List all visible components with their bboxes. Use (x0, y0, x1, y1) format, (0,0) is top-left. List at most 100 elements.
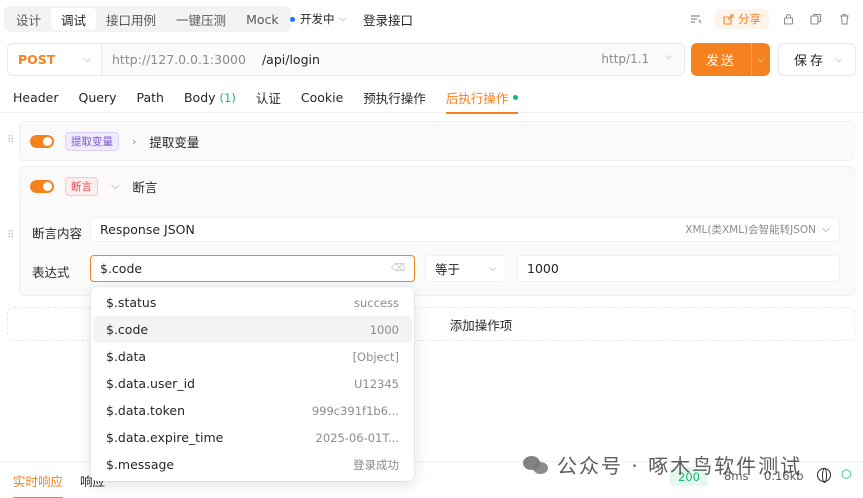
tab-cookie[interactable]: Cookie (301, 82, 343, 113)
suggestion-item[interactable]: $.data.expire_time 2025-06-01T... (93, 424, 412, 451)
extract-toggle[interactable] (30, 134, 54, 148)
chevron-down-icon: ⌵ (665, 52, 672, 62)
clear-icon[interactable]: ⌫ (391, 263, 405, 274)
suggestion-path: $.message (106, 457, 175, 472)
save-button[interactable]: 保存 ⌵ (778, 43, 856, 76)
suggestion-item[interactable]: $.data [Object] (93, 343, 412, 370)
source-label: 断言内容 (32, 226, 83, 241)
extract-tag: 提取变量 (65, 131, 119, 151)
tab-realtime-response[interactable]: 实时响应 (13, 471, 64, 498)
extract-variable-card: 提取变量 › 提取变量 (19, 121, 855, 161)
assertion-source-select[interactable]: Response JSON XML(类XML)会智能转JSON ⌵ (90, 217, 840, 242)
suggestion-item-selected[interactable]: $.code 1000 (93, 316, 412, 343)
suggestion-item[interactable]: $.data.token 999c391f1b6... (93, 397, 412, 424)
send-button[interactable]: 发送 ⌵ (691, 43, 770, 76)
base-url[interactable]: http://127.0.0.1:3000 (112, 52, 246, 67)
tab-query-label: Query (78, 90, 117, 105)
suggestion-item[interactable]: $.data.user_id U12345 (93, 370, 412, 397)
expression-label: 表达式 (32, 265, 70, 280)
delete-icon[interactable] (835, 10, 853, 28)
tab-header[interactable]: Header (13, 82, 59, 113)
chevron-down-icon: ⌵ (339, 14, 347, 24)
tab-auth[interactable]: 认证 (256, 82, 281, 113)
expected-value-input[interactable]: 1000 (517, 255, 840, 282)
suggestion-value: success (354, 295, 399, 310)
wechat-logo-icon (523, 454, 549, 476)
tab-body[interactable]: Body (1) (184, 82, 236, 113)
send-label: 发送 (705, 54, 736, 69)
watermark: 公众号 · 啄木鸟软件测试 (523, 450, 802, 479)
watermark-text: 公众号 · 啄木鸟软件测试 (557, 454, 803, 478)
tab-design[interactable]: 设计 (6, 8, 51, 30)
operator-select[interactable]: 等于 ⌵ (425, 255, 506, 282)
send-options-chevron-icon[interactable]: ⌵ (752, 55, 770, 65)
tab-header-label: Header (13, 90, 59, 105)
request-section-tabs: Header Query Path Body (1) 认证 Cookie 预执行… (0, 82, 863, 114)
suggestion-path: $.data (106, 349, 147, 364)
expression-value: $.code (100, 261, 143, 276)
jsonpath-suggestions: $.status success $.code 1000 $.data [Obj… (91, 287, 414, 481)
suggestion-value: 2025-06-01T... (315, 430, 399, 445)
suggestion-path: $.data.token (106, 403, 186, 418)
globe-icon[interactable] (817, 468, 831, 483)
assertion-title: 断言 (132, 179, 158, 195)
chevron-right-icon[interactable]: › (132, 135, 136, 148)
suggestion-value: 登录成功 (353, 457, 399, 472)
suggestion-value: 1000 (369, 322, 399, 337)
format-icon[interactable] (687, 10, 705, 28)
suggestion-value: U12345 (353, 376, 399, 391)
assertion-body: 断言内容 Response JSON XML(类XML)会智能转JSON ⌵ 表… (19, 206, 855, 296)
environment-dot-icon (290, 16, 295, 22)
chevron-down-icon: ⌵ (84, 54, 91, 65)
suggestion-path: $.data.user_id (106, 376, 195, 391)
add-operation-label: 添加操作项 (449, 317, 513, 333)
request-bar: POST ⌵ http://127.0.0.1:3000 /api/login … (7, 43, 685, 76)
suggestion-path: $.status (106, 295, 157, 310)
suggestion-value: 999c391f1b6... (311, 403, 399, 418)
drag-handle-icon[interactable]: ⠿ (7, 230, 14, 241)
assertion-toggle[interactable] (30, 179, 54, 193)
api-title: 登录接口 (363, 13, 414, 28)
source-hint-text: XML(类XML)会智能转JSON (685, 224, 817, 236)
tab-path-label: Path (136, 90, 164, 105)
top-actions: 分享 (687, 9, 853, 29)
share-icon (723, 13, 734, 25)
tab-query[interactable]: Query (79, 82, 117, 113)
tab-load-test[interactable]: 一键压测 (166, 8, 236, 30)
source-hint: XML(类XML)会智能转JSON ⌵ (685, 222, 830, 237)
drag-handle-icon[interactable]: ⠿ (7, 135, 14, 146)
chevron-down-icon: ⌵ (822, 223, 830, 235)
tab-cases[interactable]: 接口用例 (96, 8, 166, 30)
protocol-select[interactable]: http/1.1 ⌵ (601, 52, 672, 66)
tab-auth-label: 认证 (255, 91, 281, 106)
tab-path[interactable]: Path (137, 82, 164, 113)
copy-icon[interactable] (807, 10, 825, 28)
chevron-down-icon[interactable]: ⌵ (835, 55, 845, 65)
tab-cookie-label: Cookie (300, 90, 344, 105)
suggestion-value: [Object] (352, 349, 399, 364)
assertion-tag: 断言 (65, 176, 98, 196)
cube-icon[interactable]: ⬡ (841, 467, 855, 482)
suggestion-item[interactable]: $.status success (93, 289, 412, 316)
top-bar: 设计 调试 接口用例 一键压测 Mock 开发中 ⌵ 登录接口 分享 (0, 0, 863, 38)
expression-input[interactable]: $.code ⌫ (90, 255, 415, 282)
method-select[interactable]: POST ⌵ (8, 44, 102, 75)
active-dot-icon (513, 95, 519, 100)
environment-selector[interactable]: 开发中 ⌵ (290, 11, 346, 27)
suggestion-item[interactable]: $.message 登录成功 (93, 451, 412, 478)
source-value: Response JSON (100, 222, 195, 237)
url-path-input[interactable]: /api/login (262, 52, 320, 67)
tab-pre-label: 预执行操作 (363, 91, 426, 106)
tab-pre-operations[interactable]: 预执行操作 (363, 82, 426, 113)
tab-post-operations[interactable]: 后执行操作 (445, 82, 519, 114)
extract-title: 提取变量 (149, 134, 200, 150)
save-label: 保存 (794, 54, 827, 69)
chevron-down-icon[interactable]: ⌵ (111, 179, 119, 193)
tab-mock[interactable]: Mock (236, 8, 289, 30)
tab-post-label: 后执行操作 (445, 91, 509, 106)
lock-icon[interactable] (779, 10, 797, 28)
tab-debug[interactable]: 调试 (51, 8, 97, 30)
expected-value: 1000 (527, 261, 559, 276)
operator-value: 等于 (435, 262, 461, 277)
share-button[interactable]: 分享 (715, 9, 769, 29)
